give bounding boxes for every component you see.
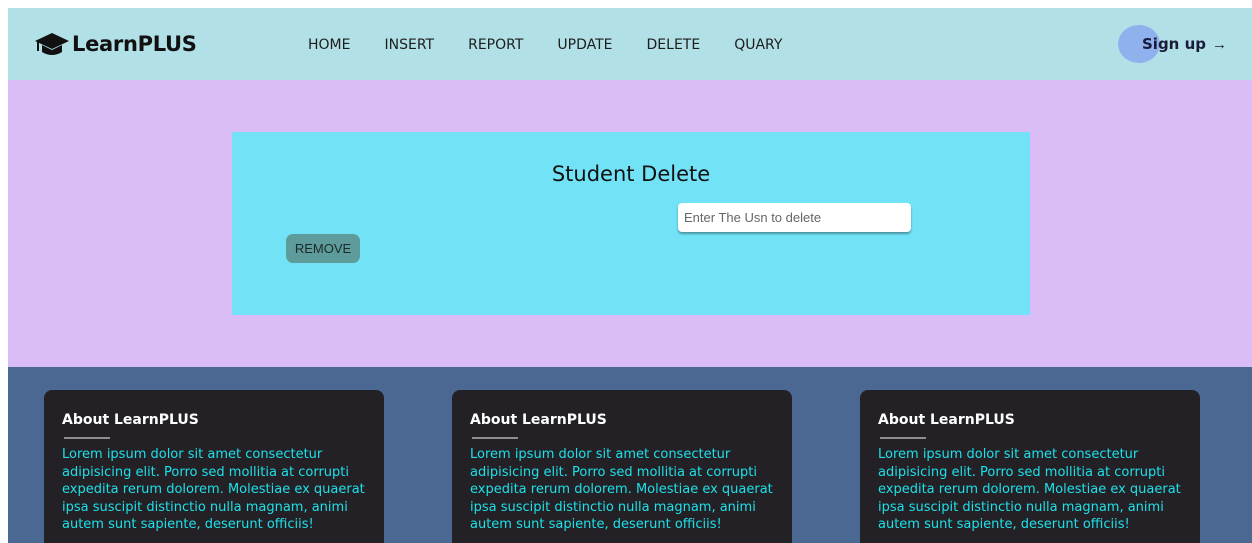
divider	[880, 437, 926, 439]
main-section: Student Delete REMOVE	[8, 80, 1252, 367]
delete-form-card: Student Delete REMOVE	[232, 132, 1030, 315]
footer-card-title: About LearnPLUS	[470, 412, 607, 428]
nav-link-quary[interactable]: QUARY	[734, 37, 782, 53]
divider	[64, 437, 110, 439]
brand-logo[interactable]: LearnPLUS	[34, 30, 197, 58]
brand-name: LearnPLUS	[72, 32, 197, 56]
footer-card-about: About LearnPLUS Lorem ipsum dolor sit am…	[860, 390, 1200, 543]
divider	[472, 437, 518, 439]
nav-link-delete[interactable]: DELETE	[647, 37, 701, 53]
footer-card-about: About LearnPLUS Lorem ipsum dolor sit am…	[452, 390, 792, 543]
nav-link-report[interactable]: REPORT	[468, 37, 523, 53]
footer-card-title: About LearnPLUS	[878, 412, 1015, 428]
signup-button[interactable]: Sign up →	[1118, 25, 1227, 63]
page-title: Student Delete	[551, 162, 711, 186]
footer-card-text: Lorem ipsum dolor sit amet consectetur a…	[62, 447, 365, 532]
footer-card-about: About LearnPLUS Lorem ipsum dolor sit am…	[44, 390, 384, 543]
footer-card-text: Lorem ipsum dolor sit amet consectetur a…	[878, 447, 1181, 532]
footer-card-title: About LearnPLUS	[62, 412, 199, 428]
navbar: LearnPLUS HOME INSERT REPORT UPDATE DELE…	[8, 8, 1252, 80]
arrow-right-icon: →	[1212, 35, 1227, 53]
nav-link-update[interactable]: UPDATE	[557, 37, 612, 53]
signup-label: Sign up	[1142, 35, 1206, 53]
remove-button[interactable]: REMOVE	[286, 234, 360, 263]
graduation-cap-icon	[35, 33, 69, 55]
nav-links: HOME INSERT REPORT UPDATE DELETE QUARY	[308, 37, 816, 53]
nav-link-home[interactable]: HOME	[308, 37, 350, 53]
nav-link-insert[interactable]: INSERT	[384, 37, 434, 53]
usn-input[interactable]	[678, 203, 911, 232]
footer: About LearnPLUS Lorem ipsum dolor sit am…	[8, 367, 1252, 543]
footer-card-text: Lorem ipsum dolor sit amet consectetur a…	[470, 447, 773, 532]
